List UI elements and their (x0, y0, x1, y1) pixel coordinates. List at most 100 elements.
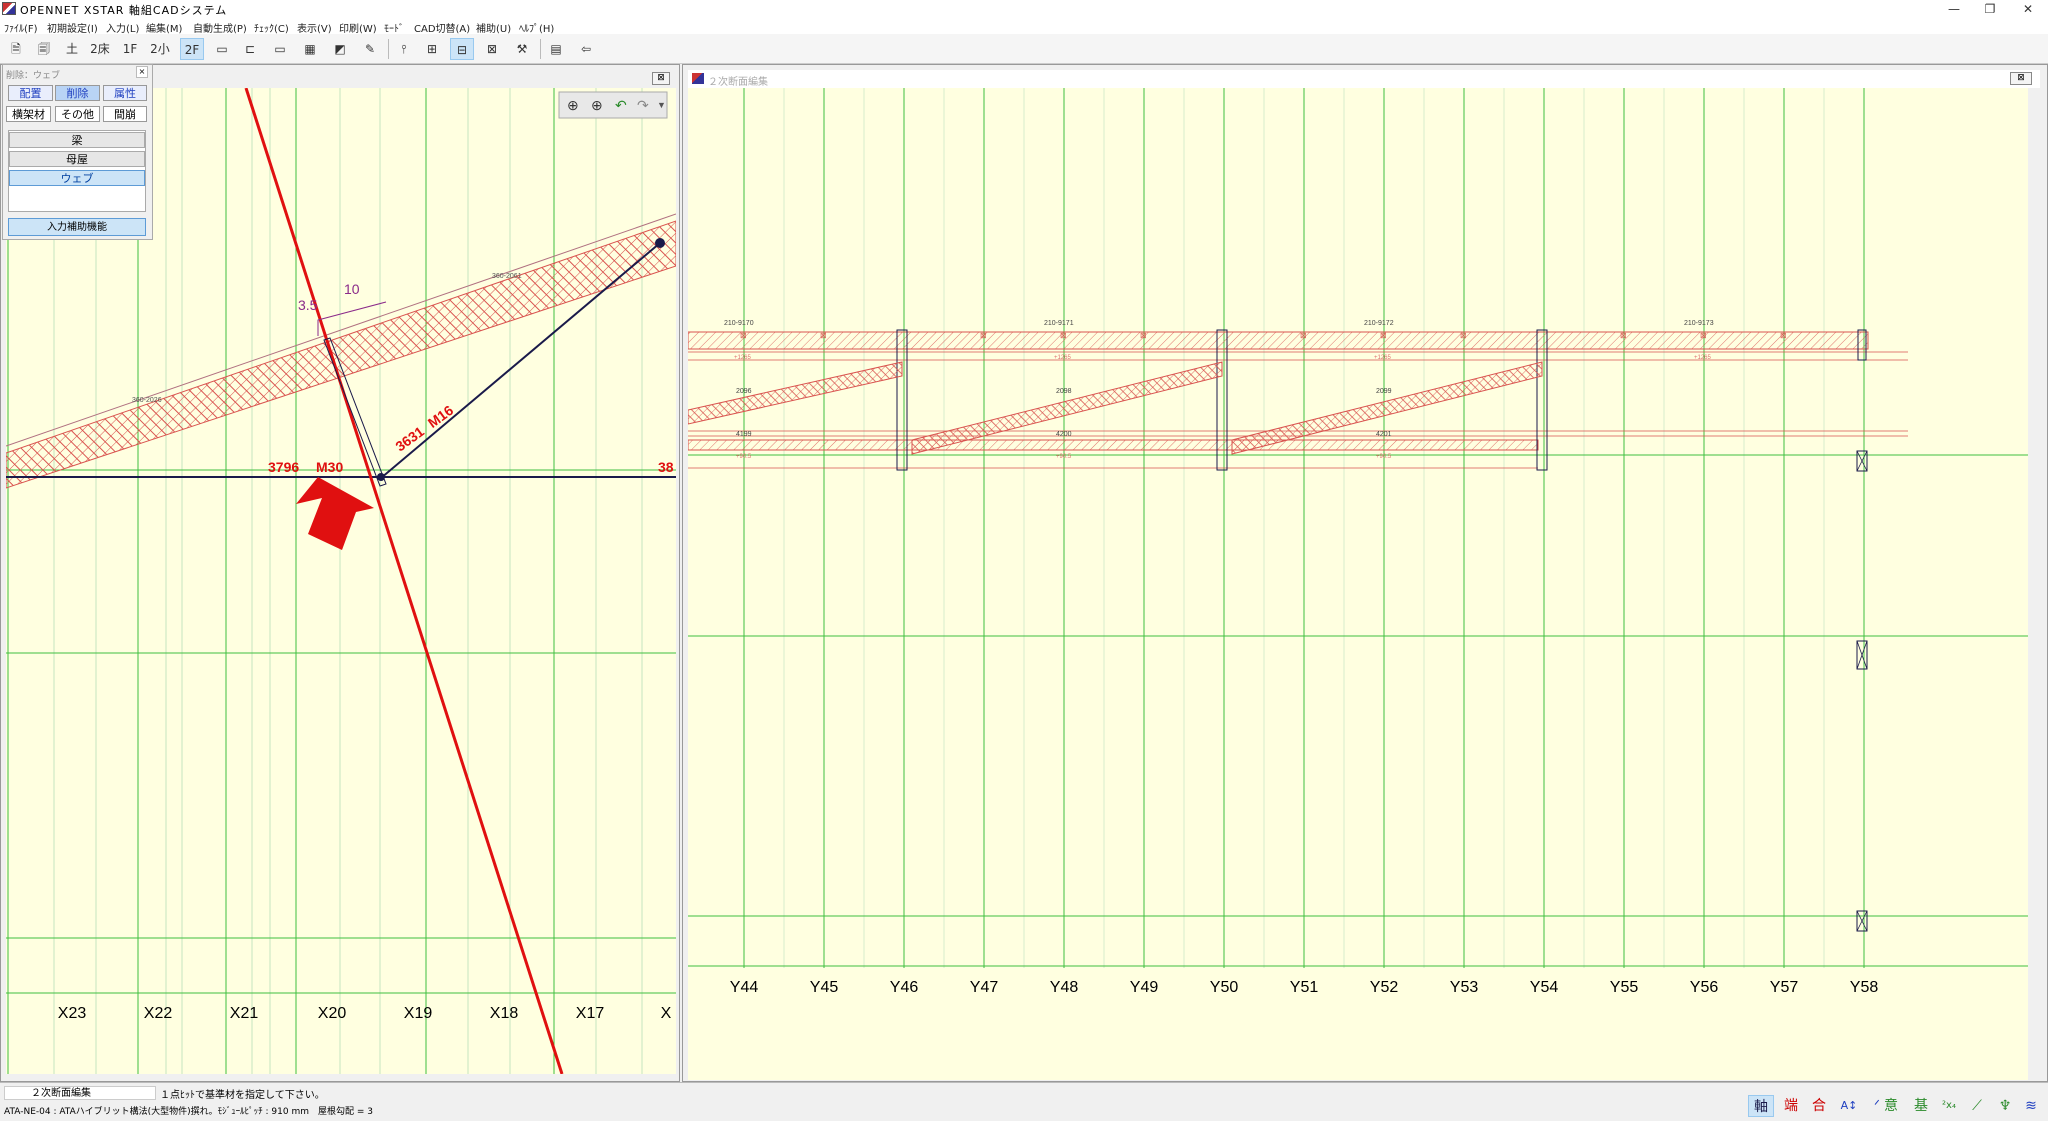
floor-ground-button[interactable]: 土 (60, 38, 84, 60)
menu-help[interactable]: ﾍﾙﾌﾟ(H) (519, 20, 554, 35)
x-axis-label: X19 (404, 1005, 433, 1022)
top-chord-beam[interactable] (688, 331, 1869, 350)
vertical-section-icon[interactable]: ⫯ (392, 38, 416, 60)
bracket-icon[interactable]: ⊏ (238, 38, 262, 60)
new-file-icon[interactable]: 🗎 (4, 38, 28, 60)
app-icon (2, 2, 16, 15)
redo-icon[interactable]: ↷ (637, 97, 649, 113)
layer-icon[interactable]: ≋ (2018, 1095, 2044, 1117)
tab-spacing[interactable]: 間崩 (103, 106, 147, 122)
list-item-purlin[interactable]: 母屋 (9, 151, 145, 167)
bottom-beam-sublabel: +90.5 (1056, 454, 1072, 460)
processing-icon[interactable]: ⚒ (510, 38, 534, 60)
menu-cad-switch[interactable]: CAD切替(A) (414, 20, 470, 35)
menu-edit[interactable]: 編集(M) (146, 20, 182, 35)
window-title: OPENNET XSTAR 軸組CADシステム (20, 4, 228, 17)
menu-auto-generate[interactable]: 自動生成(P) (193, 20, 247, 35)
intent-mode-icon[interactable]: 意 (1878, 1095, 1904, 1117)
y-axis-label: Y52 (1370, 979, 1399, 996)
secondary-section-icon[interactable]: ⊟ (450, 38, 474, 60)
single-line-icon[interactable]: ▭ (210, 38, 234, 60)
tab-attribute[interactable]: 属性 (103, 85, 147, 101)
floor-1f-button[interactable]: 1F (118, 38, 142, 60)
section-view-icon (692, 73, 704, 84)
web-label: 2099 (1376, 388, 1392, 395)
text-size-icon[interactable]: A↕ (1836, 1095, 1862, 1117)
status-message: １点ﾋｯﾄで基準材を指定して下さい。 (160, 1090, 325, 1101)
plan-view-close-button[interactable]: ⊠ (652, 72, 670, 85)
x-axis-label: X (661, 1005, 672, 1022)
web-endpoint[interactable] (655, 238, 665, 248)
input-palette-close-button[interactable]: × (136, 66, 148, 78)
selected-member-line[interactable] (244, 88, 564, 1074)
y-axis-label: Y46 (890, 979, 919, 996)
top-beam-sublabel: +1265 (1054, 355, 1072, 361)
section-view-close-button[interactable]: ⊠ (2010, 72, 2032, 85)
section-icon[interactable]: ⊞ (420, 38, 444, 60)
y-axis-label: Y58 (1850, 979, 1879, 996)
tab-place[interactable]: 配置 (8, 85, 53, 101)
bottom-chord-beam[interactable] (688, 439, 1539, 451)
menu-view[interactable]: 表示(V) (297, 20, 332, 35)
menu-initial-settings[interactable]: 初期設定(I) (47, 20, 98, 35)
restore-button[interactable]: ❐ (1970, 0, 2010, 18)
beam-joint-marker: ⊠ (820, 331, 827, 340)
y-axis-label: Y55 (1610, 979, 1639, 996)
y-axis-label: Y47 (970, 979, 999, 996)
floor-2-small-button[interactable]: 2小 (148, 38, 172, 60)
two-by-four-icon[interactable]: ²x₄ (1936, 1095, 1962, 1117)
section-view-drawing[interactable]: 210-9170 210-9171 210-9172 210-9173 +1265 +12… (688, 88, 2028, 1080)
top-beam-label: 210-9171 (1044, 320, 1074, 327)
input-palette-title: 削除：ウェブ (6, 71, 61, 81)
menu-file[interactable]: ﾌｧｲﾙ(F) (4, 20, 38, 35)
double-box-icon[interactable]: ▭ (268, 38, 292, 60)
x-axis-label: X22 (144, 1005, 173, 1022)
joint-mode-icon[interactable]: 合 (1806, 1095, 1832, 1117)
layers-icon[interactable]: ◩ (328, 38, 352, 60)
x-axis-label: X18 (490, 1005, 519, 1022)
menu-mode[interactable]: ﾓｰﾄﾞ (384, 20, 404, 35)
input-assist-button[interactable]: 入力補助機能 (8, 218, 146, 236)
axis-mode-icon[interactable]: 軸 (1748, 1095, 1774, 1117)
section-view-canvas[interactable]: 210-9170 210-9171 210-9172 210-9173 +1265 +12… (688, 88, 2028, 1080)
table-icon[interactable]: ⊠ (480, 38, 504, 60)
open-file-icon[interactable]: 🗐 (32, 38, 56, 60)
menu-bar: ﾌｧｲﾙ(F) 初期設定(I) 入力(L) 編集(M) 自動生成(P) ﾁｪｯｸ… (0, 18, 2048, 35)
top-beam-label: 210-9172 (1364, 320, 1394, 327)
end-mode-icon[interactable]: 端 (1778, 1095, 1804, 1117)
minimize-button[interactable]: — (1934, 0, 1974, 18)
floor-2-bed-button[interactable]: 2床 (88, 38, 112, 60)
x-axis-label: X17 (576, 1005, 605, 1022)
menu-print[interactable]: 印刷(W) (339, 20, 377, 35)
y-axis-label: Y56 (1690, 979, 1719, 996)
bottom-beam-label: 4201 (1376, 431, 1392, 438)
zoom-in-icon[interactable]: ⊕ (567, 97, 579, 113)
toolbar-separator (540, 39, 541, 59)
x-axis-label: X21 (230, 1005, 259, 1022)
pointer-arrow-icon (296, 477, 374, 550)
base-mode-icon[interactable]: 基 (1908, 1095, 1934, 1117)
grid-icon[interactable]: ▦ (298, 38, 322, 60)
edit-icon[interactable]: ✎ (358, 38, 382, 60)
inclined-beam[interactable] (6, 220, 676, 489)
zoom-fit-icon[interactable]: ⊕ (591, 97, 603, 113)
close-button[interactable]: ✕ (2008, 0, 2048, 18)
exit-icon[interactable]: ⇦ (574, 38, 598, 60)
menu-check[interactable]: ﾁｪｯｸ(C) (254, 20, 289, 35)
tab-other[interactable]: その他 (55, 106, 100, 122)
calculator-icon[interactable]: ▤ (544, 38, 568, 60)
menu-input[interactable]: 入力(L) (106, 20, 139, 35)
web-member[interactable] (688, 361, 903, 425)
floor-2f-button[interactable]: 2F (180, 38, 204, 60)
tab-delete[interactable]: 削除 (55, 85, 100, 101)
list-item-web[interactable]: ウェブ (9, 170, 145, 186)
menu-assist[interactable]: 補助(U) (476, 20, 511, 35)
bottom-beam-label: 4200 (1056, 431, 1072, 438)
column-icon[interactable]: ♆ (1992, 1095, 2018, 1117)
undo-icon[interactable]: ↶ (615, 97, 627, 113)
diagonal-icon[interactable]: ⟋ (1964, 1095, 1990, 1117)
zoom-dropdown-icon[interactable]: ▼ (657, 100, 666, 110)
tab-horizontal-member[interactable]: 横架材 (6, 106, 51, 122)
list-item-beam[interactable]: 梁 (9, 132, 145, 148)
top-beam-sublabel: +1265 (1374, 355, 1392, 361)
